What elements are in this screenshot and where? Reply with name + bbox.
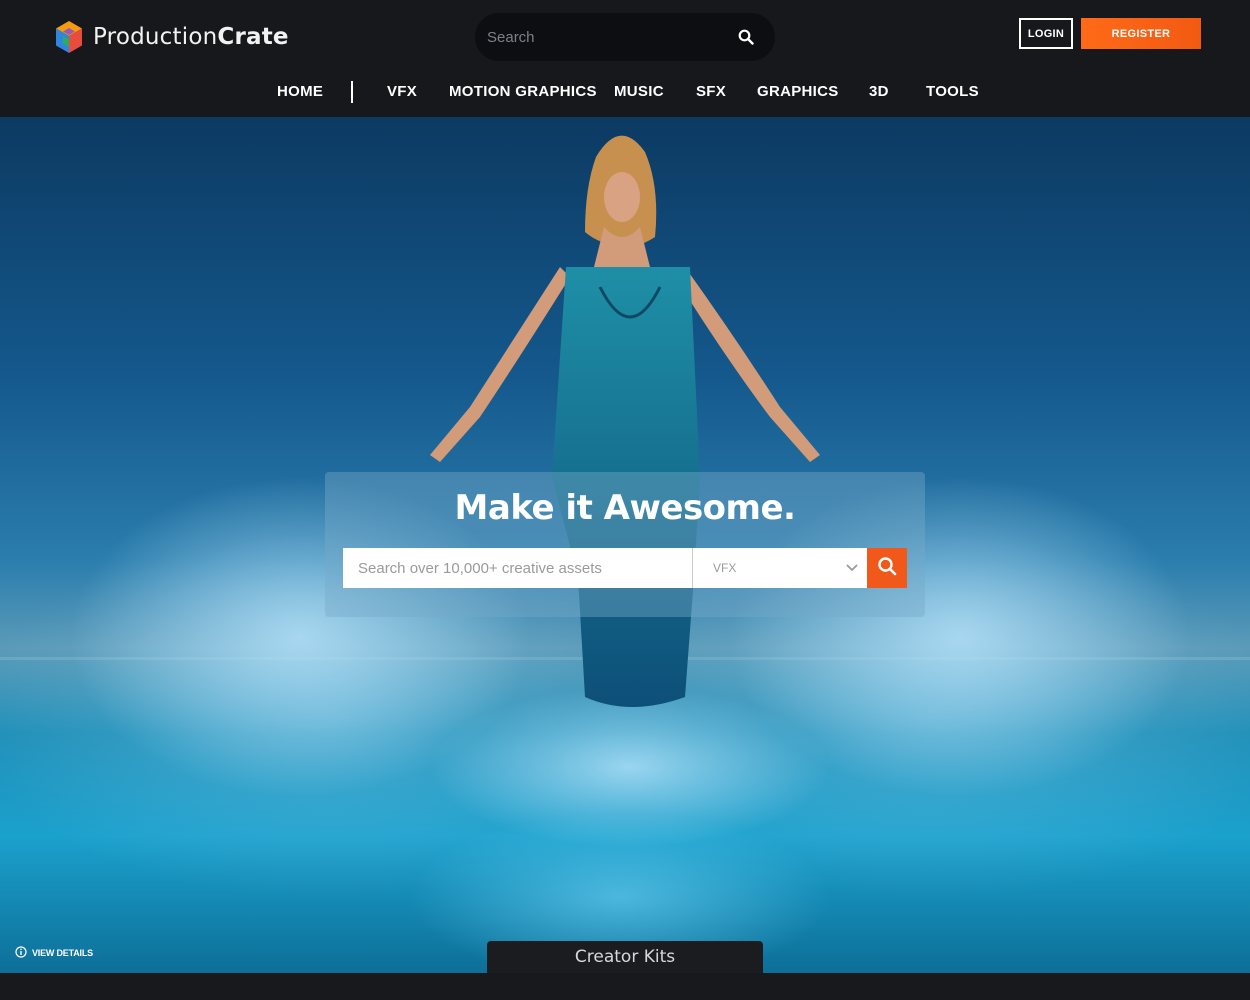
productioncrate-cube-icon	[55, 20, 83, 54]
brand-name: ProductionCrate	[93, 24, 289, 50]
category-select[interactable]: VFX	[692, 548, 867, 588]
site-header: ProductionCrate LOGIN REGISTER HOME VFX …	[0, 0, 1250, 117]
chevron-down-icon	[845, 560, 859, 577]
category-select-value: VFX	[713, 561, 737, 575]
nav-item-3d[interactable]: 3D	[869, 80, 889, 104]
header-search-input[interactable]	[487, 28, 735, 46]
nav-item-music[interactable]: MUSIC	[614, 80, 664, 104]
nav-divider	[351, 81, 353, 103]
view-details-label: VIEW DETAILS	[32, 948, 93, 958]
nav-item-vfx[interactable]: VFX	[387, 80, 417, 104]
asset-search-button[interactable]	[867, 548, 907, 588]
info-icon	[15, 946, 27, 960]
register-button[interactable]: REGISTER	[1081, 18, 1201, 49]
brand-name-light: Production	[93, 24, 218, 50]
nav-item-graphics[interactable]: GRAPHICS	[757, 80, 839, 104]
header-search	[475, 13, 775, 61]
login-button[interactable]: LOGIN	[1019, 18, 1073, 49]
search-icon[interactable]	[735, 26, 757, 48]
nav-item-tools[interactable]: TOOLS	[926, 80, 979, 104]
hero-banner: Make it Awesome. VFX VIEW DETAILS Creato…	[0, 117, 1250, 973]
creator-kits-tab[interactable]: Creator Kits	[487, 941, 763, 973]
brand-name-bold: Crate	[217, 24, 289, 50]
nav-item-sfx[interactable]: SFX	[696, 80, 726, 104]
search-icon	[877, 556, 897, 580]
nav-item-home[interactable]: HOME	[277, 80, 323, 104]
asset-search-input[interactable]	[343, 548, 693, 588]
hero-search-panel: Make it Awesome. VFX	[325, 472, 925, 617]
hero-title: Make it Awesome.	[454, 488, 796, 528]
page-bottom-strip	[0, 973, 1250, 1000]
view-details-link[interactable]: VIEW DETAILS	[15, 946, 93, 960]
main-nav: HOME VFX MOTION GRAPHICS MUSIC SFX GRAPH…	[0, 80, 1250, 106]
nav-item-motion-graphics[interactable]: MOTION GRAPHICS	[449, 80, 597, 104]
brand-logo[interactable]: ProductionCrate	[55, 20, 289, 54]
